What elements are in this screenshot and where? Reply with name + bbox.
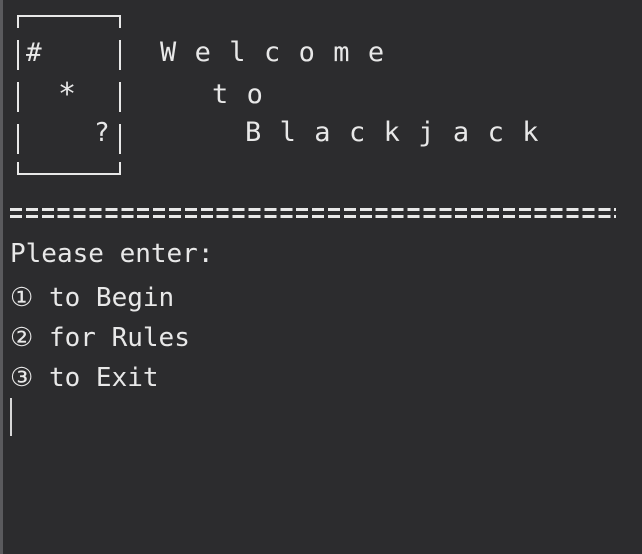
menu-prompt: Please enter: <box>10 239 214 269</box>
menu-option-begin: ① to Begin <box>10 283 175 313</box>
card-hash-symbol: # <box>26 38 42 68</box>
card-star-symbol: * <box>58 77 77 112</box>
menu-option-rules: ② for Rules <box>10 323 190 353</box>
window-left-border <box>0 0 3 554</box>
ascii-card-art: # * ? <box>14 12 122 176</box>
title-blackjack: Blackjack <box>245 117 557 148</box>
terminal-window[interactable]: # * ? Welcome to Blackjack Please enter:… <box>0 0 642 554</box>
card-question-symbol: ? <box>94 118 110 148</box>
menu-option-exit: ③ to Exit <box>10 363 159 393</box>
separator-line <box>10 205 616 221</box>
text-cursor[interactable] <box>10 398 12 436</box>
title-welcome: Welcome <box>160 37 403 68</box>
title-to: to <box>212 79 282 110</box>
